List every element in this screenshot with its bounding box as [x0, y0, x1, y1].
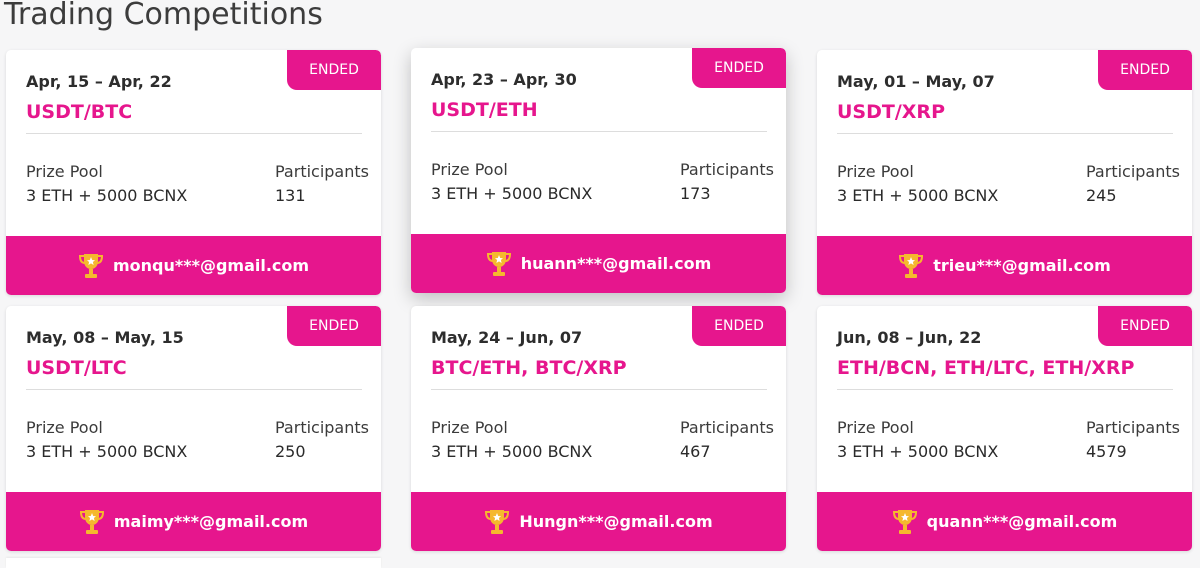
participants-label: Participants: [275, 162, 369, 181]
participants-value: 173: [680, 184, 711, 203]
trophy-icon: [899, 253, 924, 278]
competition-pair[interactable]: ETH/BCN, ETH/LTC, ETH/XRP: [837, 357, 1134, 379]
winner-email: huann***@gmail.com: [520, 254, 712, 273]
winner-bar: monqu***@gmail.com: [6, 236, 381, 295]
divider: [26, 133, 362, 134]
prize-pool-value: 3 ETH + 5000 BCNX: [431, 184, 593, 203]
prize-pool-label: Prize Pool: [837, 162, 914, 181]
competition-card-usdt-xrp[interactable]: ENDED May, 01 – May, 07 USDT/XRP Prize P…: [817, 50, 1192, 295]
divider: [26, 389, 362, 390]
status-badge: ENDED: [1098, 306, 1192, 346]
participants-value: 131: [275, 186, 306, 205]
next-card-edge: [6, 558, 381, 568]
competition-dates: Apr, 15 – Apr, 22: [26, 72, 172, 91]
winner-email: monqu***@gmail.com: [112, 256, 310, 275]
winner-bar: Hungn***@gmail.com: [411, 492, 786, 551]
competition-card-usdt-btc[interactable]: ENDED Apr, 15 – Apr, 22 USDT/BTC Prize P…: [6, 50, 381, 295]
participants-label: Participants: [680, 418, 774, 437]
competition-pair[interactable]: USDT/LTC: [26, 357, 127, 379]
status-badge: ENDED: [1098, 50, 1192, 90]
prize-pool-label: Prize Pool: [837, 418, 914, 437]
participants-value: 4579: [1086, 442, 1127, 461]
divider: [837, 389, 1173, 390]
winner-email: maimy***@gmail.com: [113, 512, 309, 531]
winner-bar: maimy***@gmail.com: [6, 492, 381, 551]
status-badge: ENDED: [692, 306, 786, 346]
prize-pool-label: Prize Pool: [26, 162, 103, 181]
prize-pool-value: 3 ETH + 5000 BCNX: [26, 442, 188, 461]
winner-email: quann***@gmail.com: [926, 512, 1118, 531]
participants-label: Participants: [1086, 162, 1180, 181]
competition-pair[interactable]: BTC/ETH, BTC/XRP: [431, 357, 627, 379]
divider: [837, 133, 1173, 134]
competition-dates: May, 24 – Jun, 07: [431, 328, 583, 347]
winner-email: Hungn***@gmail.com: [519, 512, 713, 531]
divider: [431, 131, 767, 132]
prize-pool-label: Prize Pool: [26, 418, 103, 437]
page-title: Trading Competitions: [4, 0, 323, 32]
participants-value: 250: [275, 442, 306, 461]
prize-pool-value: 3 ETH + 5000 BCNX: [837, 442, 999, 461]
trophy-icon: [486, 251, 511, 276]
participants-label: Participants: [275, 418, 369, 437]
status-badge: ENDED: [692, 48, 786, 88]
prize-pool-value: 3 ETH + 5000 BCNX: [26, 186, 188, 205]
competition-card-eth-bcn-ltc-xrp[interactable]: ENDED Jun, 08 – Jun, 22 ETH/BCN, ETH/LTC…: [817, 306, 1192, 551]
trophy-icon: [78, 253, 103, 278]
participants-value: 467: [680, 442, 711, 461]
prize-pool-value: 3 ETH + 5000 BCNX: [837, 186, 999, 205]
prize-pool-value: 3 ETH + 5000 BCNX: [431, 442, 593, 461]
competition-dates: Jun, 08 – Jun, 22: [837, 328, 982, 347]
participants-value: 245: [1086, 186, 1117, 205]
winner-bar: trieu***@gmail.com: [817, 236, 1192, 295]
prize-pool-label: Prize Pool: [431, 418, 508, 437]
competition-pair[interactable]: USDT/BTC: [26, 101, 132, 123]
status-badge: ENDED: [287, 50, 381, 90]
trophy-icon: [485, 509, 510, 534]
competition-dates: May, 08 – May, 15: [26, 328, 184, 347]
competition-pair[interactable]: USDT/ETH: [431, 99, 538, 121]
winner-email: trieu***@gmail.com: [933, 256, 1111, 275]
status-badge: ENDED: [287, 306, 381, 346]
trophy-icon: [892, 509, 917, 534]
winner-bar: quann***@gmail.com: [817, 492, 1192, 551]
competition-card-usdt-ltc[interactable]: ENDED May, 08 – May, 15 USDT/LTC Prize P…: [6, 306, 381, 551]
winner-bar: huann***@gmail.com: [411, 234, 786, 293]
competition-dates: May, 01 – May, 07: [837, 72, 995, 91]
prize-pool-label: Prize Pool: [431, 160, 508, 179]
competition-card-btc-eth-btc-xrp[interactable]: ENDED May, 24 – Jun, 07 BTC/ETH, BTC/XRP…: [411, 306, 786, 551]
competition-pair[interactable]: USDT/XRP: [837, 101, 945, 123]
divider: [431, 389, 767, 390]
competition-card-usdt-eth[interactable]: ENDED Apr, 23 – Apr, 30 USDT/ETH Prize P…: [411, 48, 786, 293]
trophy-icon: [79, 509, 104, 534]
competition-dates: Apr, 23 – Apr, 30: [431, 70, 577, 89]
participants-label: Participants: [680, 160, 774, 179]
participants-label: Participants: [1086, 418, 1180, 437]
